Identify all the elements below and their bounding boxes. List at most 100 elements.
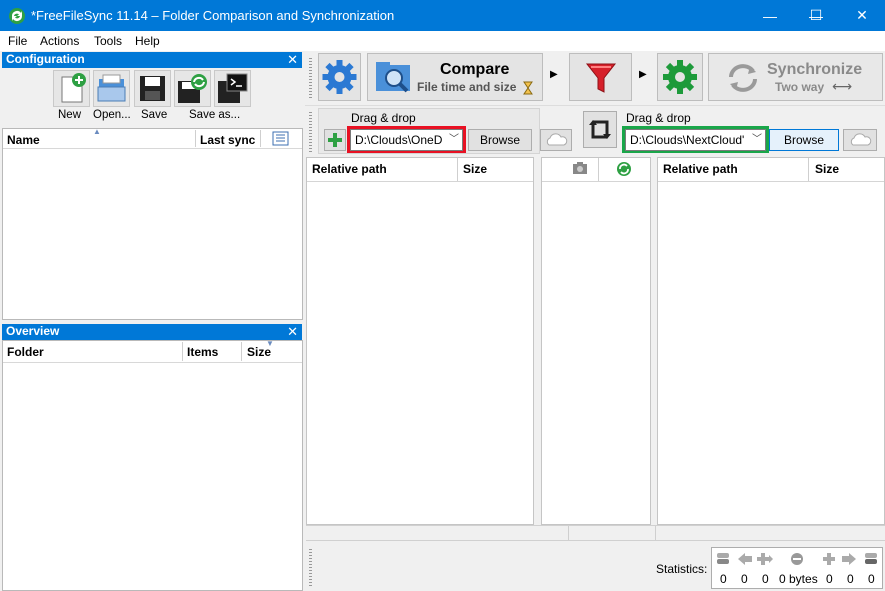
arrow-right-icon: ▶ <box>550 69 558 80</box>
configuration-list[interactable] <box>2 128 303 320</box>
left-browse-button[interactable]: Browse <box>468 129 532 151</box>
save-as-icon <box>178 74 207 103</box>
compare-options-arrow[interactable]: ▶ <box>546 53 562 101</box>
compare-variant-label: File time and size <box>417 80 517 94</box>
stat-right-create-count: 0 <box>868 572 875 586</box>
filter-options-arrow[interactable]: ▶ <box>635 53 651 101</box>
swap-sides-button[interactable] <box>583 111 617 148</box>
filter-funnel-icon <box>585 63 617 93</box>
cloud-icon <box>850 133 872 146</box>
right-size-header[interactable]: Size <box>815 162 839 176</box>
right-arrow-icon <box>842 553 856 565</box>
swap-icon <box>589 120 611 139</box>
folder-column-header[interactable]: Folder <box>7 345 44 359</box>
window-title: *FreeFileSync 11.14 – Folder Comparison … <box>31 8 395 23</box>
compare-magnifier-icon <box>376 62 410 93</box>
sync-variant-label: Two way <box>775 80 825 94</box>
stat-right-update-count: 0 <box>847 572 854 586</box>
middle-grid-header <box>542 158 650 182</box>
left-cloud-button[interactable] <box>540 129 572 151</box>
menu-bar: File Actions Tools Help <box>0 31 885 51</box>
right-cloud-button[interactable] <box>843 129 877 151</box>
sync-direction-icon[interactable] <box>616 161 632 177</box>
left-folder-path: D:\Clouds\OneD <box>355 133 443 147</box>
open-folder-icon <box>97 74 126 102</box>
new-label: New <box>58 109 82 121</box>
chevron-down-icon[interactable]: ﹀ <box>752 130 762 150</box>
save-as-batch-button[interactable] <box>214 70 251 107</box>
chevron-down-icon[interactable]: ﹀ <box>449 130 459 150</box>
compare-button[interactable]: Compare File time and size <box>367 53 543 101</box>
column-options-icon[interactable] <box>272 131 289 146</box>
close-icon[interactable]: ✕ <box>287 324 298 339</box>
save-disk-icon <box>140 76 165 101</box>
hourglass-icon <box>523 81 533 95</box>
items-column-header[interactable]: Items <box>187 345 218 359</box>
folder-grip[interactable] <box>309 112 312 152</box>
comparison-settings-button[interactable] <box>318 53 361 101</box>
two-way-arrow-icon: ⟷ <box>832 78 853 94</box>
menu-tools[interactable]: Tools <box>94 34 122 48</box>
right-relative-path-header[interactable]: Relative path <box>663 162 738 176</box>
sync-settings-button[interactable] <box>657 53 703 101</box>
configuration-pane-title: Configuration <box>6 52 85 66</box>
save-label: Save <box>141 109 168 121</box>
statistics-label: Statistics: <box>656 562 708 576</box>
gear-icon <box>322 60 357 94</box>
right-folder-input[interactable]: D:\Clouds\NextCloud' ﹀ <box>625 129 766 151</box>
save-as-config-button[interactable] <box>174 70 211 107</box>
left-size-header[interactable]: Size <box>463 162 487 176</box>
left-drag-drop-label: Drag & drop <box>351 111 416 125</box>
arrow-right-icon: ▶ <box>639 69 647 80</box>
compare-label: Compare <box>440 61 510 78</box>
close-icon[interactable]: ✕ <box>287 52 298 67</box>
app-icon <box>9 8 25 24</box>
stat-left-create-count: 0 <box>720 572 727 586</box>
left-relative-path-header[interactable]: Relative path <box>312 162 387 176</box>
toolbar-grip[interactable] <box>309 58 312 98</box>
sync-arrows-icon <box>729 64 757 92</box>
minimize-button[interactable]: — <box>747 0 793 31</box>
right-create-icon <box>865 553 877 564</box>
overview-pane-header: Overview ✕ <box>2 324 302 340</box>
menu-help[interactable]: Help <box>135 34 160 48</box>
right-plus-icon <box>823 553 835 565</box>
stat-right-delete-count: 0 <box>826 572 833 586</box>
cloud-icon <box>546 133 568 146</box>
new-config-button[interactable] <box>53 70 90 107</box>
last-sync-column-header[interactable]: Last sync <box>200 133 255 147</box>
batch-job-icon <box>218 73 248 103</box>
right-file-grid[interactable] <box>657 157 885 525</box>
open-label: Open... <box>93 109 131 121</box>
open-config-button[interactable] <box>93 70 130 107</box>
stat-left-update-count: 0 <box>741 572 748 586</box>
synchronize-button[interactable]: Synchronize Two way ⟷ <box>708 53 883 101</box>
config-name-column-header[interactable]: Name <box>7 133 40 147</box>
left-create-icon <box>717 553 729 564</box>
menu-actions[interactable]: Actions <box>40 34 79 48</box>
save-as-label: Save as... <box>189 109 241 121</box>
left-folder-input[interactable]: D:\Clouds\OneD ﹀ <box>350 129 463 151</box>
close-window-button[interactable]: ✕ <box>839 0 885 31</box>
menu-file[interactable]: File <box>8 34 27 48</box>
camera-icon[interactable] <box>572 161 588 175</box>
green-gear-icon <box>663 60 697 94</box>
maximize-button[interactable]: ☐ <box>793 0 839 31</box>
horizontal-scrollbar[interactable] <box>306 525 885 541</box>
status-grip[interactable] <box>309 549 312 587</box>
middle-action-grid[interactable] <box>541 157 651 525</box>
right-browse-button[interactable]: Browse <box>769 129 839 151</box>
synchronize-label: Synchronize <box>767 61 863 78</box>
left-file-grid[interactable] <box>306 157 534 525</box>
right-drag-drop-label: Drag & drop <box>626 111 691 125</box>
overview-list[interactable] <box>2 340 303 591</box>
save-config-button[interactable] <box>134 70 171 107</box>
left-plus-icon <box>757 553 773 565</box>
right-folder-path: D:\Clouds\NextCloud' <box>630 133 745 147</box>
add-folder-pair-button[interactable] <box>324 129 346 151</box>
sort-ascending-icon: ▲ <box>93 127 101 136</box>
stat-left-delete-count: 0 <box>762 572 769 586</box>
new-file-icon <box>61 73 86 103</box>
filter-button[interactable] <box>569 53 632 101</box>
plus-icon <box>328 133 342 147</box>
